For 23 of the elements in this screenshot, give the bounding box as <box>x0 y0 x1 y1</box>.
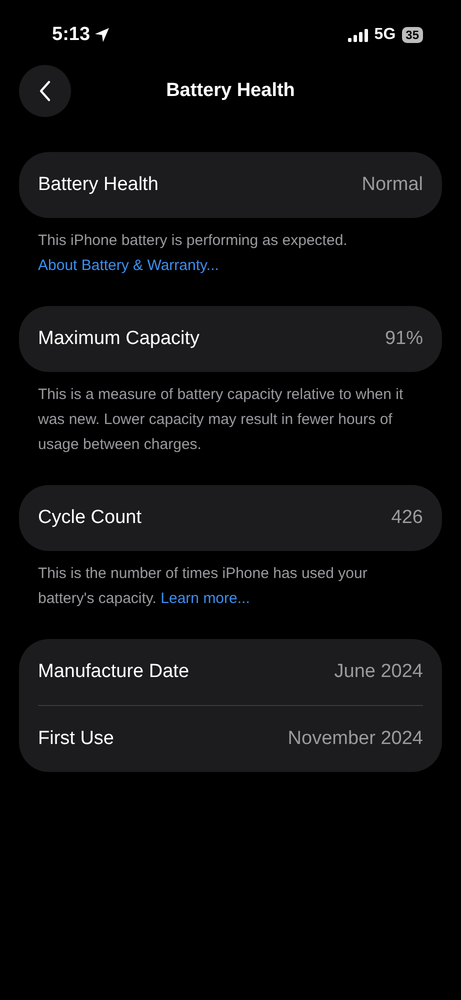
network-label: 5G <box>374 26 396 44</box>
footer-link[interactable]: About Battery & Warranty... <box>38 257 219 274</box>
page-title: Battery Health <box>166 80 295 102</box>
row-label: Battery Health <box>38 174 158 196</box>
row-value: November 2024 <box>288 728 423 750</box>
row-label: First Use <box>38 728 114 750</box>
footer-text: This is a measure of battery capacity relative to when it was new. Lower capacity may result in fewer hours of usage between charges. <box>37 385 404 455</box>
row-value: Normal <box>362 174 423 196</box>
footer-text: This iPhone battery is performing as expected. About Battery & Warranty... <box>37 231 348 276</box>
row-value: June 2024 <box>334 661 423 683</box>
row-value: 426 <box>391 507 423 529</box>
row-label: Manufacture Date <box>38 661 190 683</box>
signal-icon <box>348 28 368 42</box>
row-value: 91% <box>384 328 423 350</box>
footer-text: This is the number of times iPhone has used your battery's capacity. Learn more... <box>37 564 368 609</box>
location-arrow-icon <box>94 27 110 43</box>
status-time: 5:13 <box>52 24 90 46</box>
row-label: Maximum Capacity <box>38 328 200 350</box>
footer-link[interactable]: Learn more... <box>160 590 250 607</box>
chevron-left-icon <box>39 80 51 102</box>
back-button[interactable] <box>19 65 71 117</box>
battery-level: 35 <box>402 27 423 43</box>
row-label: Cycle Count <box>38 507 142 529</box>
